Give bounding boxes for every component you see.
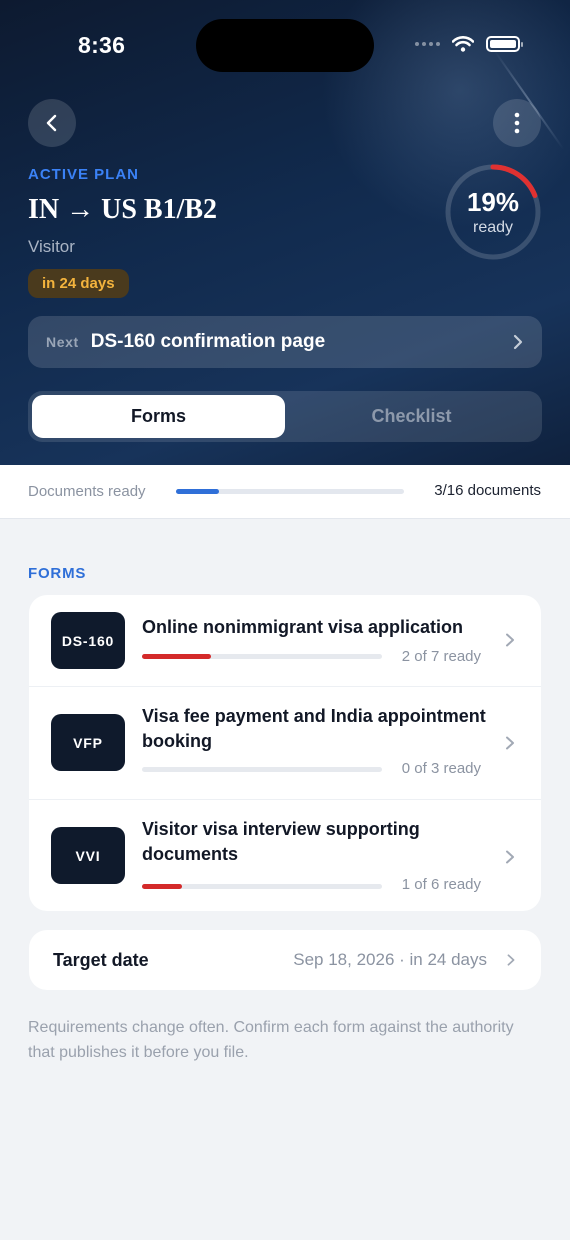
battery-icon <box>486 36 523 52</box>
form-code-badge: DS-160 <box>51 612 125 669</box>
form-status: 2 of 7 ready <box>401 648 481 665</box>
documents-ready-label: Documents ready <box>28 483 146 500</box>
readiness-ring: 19% ready <box>444 163 542 261</box>
form-code-badge: VFP <box>51 714 125 771</box>
target-date-row[interactable]: Target date Sep 18, 2026 · in 24 days <box>29 930 541 990</box>
tab-checklist[interactable]: Checklist <box>285 395 538 438</box>
form-row-vvi[interactable]: VVI Visitor visa interview supporting do… <box>29 799 541 911</box>
form-progress-track <box>142 884 382 889</box>
form-title: Visa fee payment and India appointment b… <box>142 706 486 751</box>
chevron-right-icon <box>506 850 514 864</box>
target-date-label: Target date <box>53 949 149 970</box>
next-step-row[interactable]: Next DS-160 confirmation page <box>28 316 542 368</box>
form-progress-track <box>142 767 382 772</box>
plan-subtitle: Visitor <box>28 237 75 256</box>
plan-header: 8:36 ACTIVE PLAN IN → US B1/B2 Visitor i… <box>0 0 570 465</box>
active-plan-label: ACTIVE PLAN <box>28 166 140 183</box>
next-step-text: DS-160 confirmation page <box>90 331 326 352</box>
next-step-label: Next <box>46 334 79 350</box>
form-title: Visitor visa interview supporting docume… <box>142 819 420 864</box>
tab-forms[interactable]: Forms <box>32 395 285 438</box>
more-options-button[interactable] <box>493 99 541 147</box>
chevron-right-icon <box>506 736 514 750</box>
form-progress-track <box>142 654 382 659</box>
plan-title: IN → US B1/B2 <box>28 194 218 225</box>
wifi-icon <box>452 36 474 52</box>
chevron-right-icon <box>507 954 515 966</box>
form-progress-fill <box>142 654 211 659</box>
back-button[interactable] <box>28 99 76 147</box>
documents-count: 3/16 documents <box>434 482 541 499</box>
form-row-vfp[interactable]: VFP Visa fee payment and India appointme… <box>29 686 541 799</box>
form-code-badge: VVI <box>51 827 125 884</box>
form-status: 1 of 6 ready <box>401 876 481 893</box>
readiness-caption: ready <box>472 219 514 236</box>
readiness-percent: 19% <box>466 187 520 217</box>
forms-section-label: FORMS <box>28 565 87 582</box>
dynamic-island <box>196 19 374 72</box>
chevron-right-icon <box>506 633 514 647</box>
status-time: 8:36 <box>78 32 126 58</box>
form-row-ds160[interactable]: DS-160 Online nonimmigrant visa applicat… <box>29 595 541 686</box>
chevron-right-icon <box>513 334 523 350</box>
target-date-value: Sep 18, 2026 · in 24 days <box>293 950 487 969</box>
status-icons <box>415 36 523 52</box>
forms-list: DS-160 Online nonimmigrant visa applicat… <box>29 595 541 911</box>
documents-progress-fill <box>176 489 219 494</box>
chevron-left-icon <box>46 114 57 132</box>
form-progress-fill <box>142 884 182 889</box>
cellular-signal-icon <box>415 42 440 46</box>
documents-progress-track <box>176 489 404 494</box>
vertical-dots-icon <box>514 112 520 134</box>
disclaimer-text: Requirements change often. Confirm each … <box>28 1019 514 1061</box>
form-status: 0 of 3 ready <box>401 760 481 777</box>
days-remaining-badge: in 24 days <box>28 269 129 298</box>
view-toggle: Forms Checklist <box>28 391 542 442</box>
form-title: Online nonimmigrant visa application <box>142 617 464 637</box>
